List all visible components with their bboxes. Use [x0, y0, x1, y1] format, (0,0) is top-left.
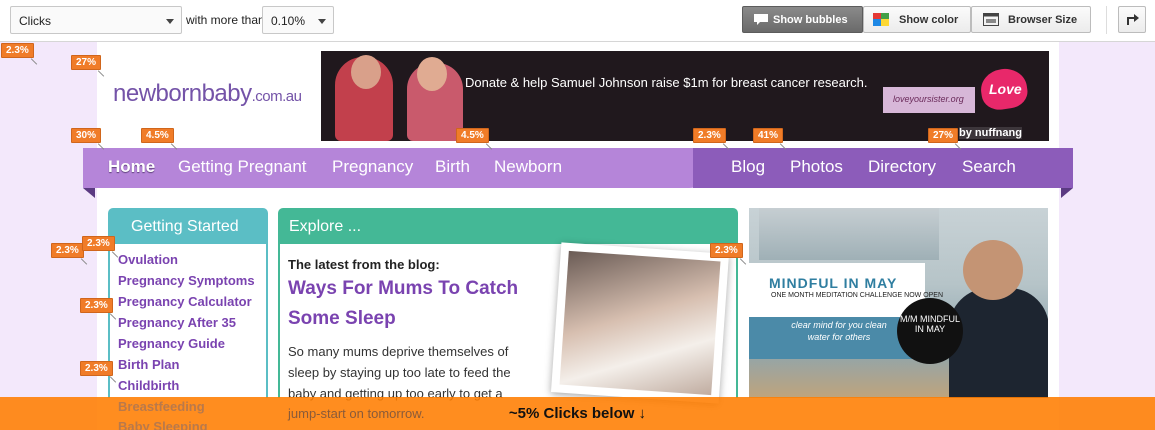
chevron-down-icon	[318, 19, 326, 24]
ad-title: MINDFUL IN MAY	[769, 275, 898, 291]
latest-blog-label: The latest from the blog:	[288, 257, 440, 272]
ad-man-body	[949, 288, 1048, 398]
metric-select-value: Clicks	[19, 14, 51, 28]
nav-getting-pregnant[interactable]: Getting Pregnant	[178, 157, 307, 177]
nuffnang-credit: by nuffnang	[959, 127, 1022, 139]
nav-home[interactable]: Home	[108, 157, 155, 177]
click-bubble[interactable]: 2.3%	[80, 361, 113, 376]
link-childbirth[interactable]: Childbirth	[118, 378, 179, 393]
blog-photo[interactable]	[550, 242, 730, 404]
ad-tagline: clear mind for you clean water for other…	[791, 320, 887, 342]
show-bubbles-button[interactable]: Show bubbles	[742, 6, 863, 33]
link-pregnancy-after-35[interactable]: Pregnancy After 35	[118, 315, 236, 330]
nav-search[interactable]: Search	[962, 157, 1016, 177]
click-bubble[interactable]: 2.3%	[51, 243, 84, 258]
threshold-select-value: 0.10%	[271, 14, 306, 28]
banner-person-man-head	[351, 55, 381, 89]
return-arrow-icon	[1127, 14, 1139, 25]
exit-button[interactable]	[1118, 6, 1146, 33]
site-logo[interactable]: newbornbaby.com.au	[113, 80, 302, 108]
click-bubble[interactable]: 2.3%	[80, 298, 113, 313]
click-bubble[interactable]: 41%	[753, 128, 784, 143]
link-breastfeeding[interactable]: Breastfeeding	[118, 399, 205, 414]
show-color-label: Show color	[899, 14, 959, 26]
banner-person-woman-head	[417, 57, 447, 91]
click-bubble[interactable]: 2.3%	[1, 43, 34, 58]
main-nav: Home Getting Pregnant Pregnancy Birth Ne…	[83, 148, 1073, 188]
nav-newborn[interactable]: Newborn	[494, 157, 562, 177]
link-pregnancy-guide[interactable]: Pregnancy Guide	[118, 336, 225, 351]
banner-love-box: loveyoursister.org	[883, 87, 975, 113]
blog-excerpt-continued: jump-start on tomorrow.	[288, 406, 425, 421]
nav-directory[interactable]: Directory	[868, 157, 936, 177]
ad-logo-circle: M/M MINDFUL IN MAY	[897, 298, 963, 364]
nav-ribbon-fold-left	[83, 188, 95, 198]
city-skyline-image	[759, 208, 939, 260]
logo-tld: .com.au	[251, 88, 302, 105]
nav-pregnancy[interactable]: Pregnancy	[332, 157, 413, 177]
blog-excerpt: So many mums deprive themselves of sleep…	[288, 344, 511, 401]
mindful-in-may-ad[interactable]: MINDFUL IN MAY ONE MONTH MEDITATION CHAL…	[749, 208, 1048, 398]
click-bubble[interactable]: 2.3%	[710, 243, 743, 258]
threshold-select[interactable]: 0.10%	[262, 6, 334, 34]
click-bubble[interactable]: 2.3%	[693, 128, 726, 143]
browser-size-button[interactable]: Browser Size	[971, 6, 1091, 33]
browser-window-icon	[983, 13, 999, 26]
getting-started-title: Getting Started	[110, 210, 266, 244]
toolbar-divider	[1106, 6, 1107, 34]
nav-ribbon-fold-right	[1061, 188, 1073, 198]
banner-love-text: Love	[989, 81, 1022, 97]
metric-select[interactable]: Clicks	[10, 6, 182, 34]
nav-blog[interactable]: Blog	[731, 157, 765, 177]
show-bubbles-label: Show bubbles	[773, 14, 848, 26]
blog-headline-link[interactable]: Ways For Mums To Catch Some Sleep	[288, 274, 538, 334]
click-bubble[interactable]: 27%	[71, 55, 102, 70]
banner-text: Donate & help Samuel Johnson raise $1m f…	[465, 75, 868, 90]
color-palette-icon	[873, 13, 889, 26]
show-color-button[interactable]: Show color	[863, 6, 971, 33]
link-ovulation[interactable]: Ovulation	[118, 252, 178, 267]
explore-title: Explore ...	[280, 210, 736, 244]
chevron-down-icon	[166, 19, 174, 24]
ad-man-head	[963, 240, 1023, 300]
click-bubble[interactable]: 30%	[71, 128, 102, 143]
click-bubble[interactable]: 4.5%	[456, 128, 489, 143]
mother-baby-image	[559, 250, 721, 396]
speech-bubble-icon	[754, 14, 768, 25]
logo-text: newbornbaby	[113, 80, 252, 107]
link-pregnancy-symptoms[interactable]: Pregnancy Symptoms	[118, 273, 255, 288]
heatmap-toolbar: Clicks with more than: 0.10% Show bubble…	[0, 0, 1155, 42]
link-baby-sleeping[interactable]: Baby Sleeping	[118, 419, 208, 430]
link-birth-plan[interactable]: Birth Plan	[118, 357, 179, 372]
ad-subtitle: ONE MONTH MEDITATION CHALLENGE NOW OPEN	[771, 292, 944, 299]
link-pregnancy-calculator[interactable]: Pregnancy Calculator	[118, 294, 252, 309]
click-bubble[interactable]: 2.3%	[82, 236, 115, 251]
threshold-label: with more than:	[186, 13, 269, 27]
browser-size-label: Browser Size	[1008, 14, 1078, 26]
nav-birth[interactable]: Birth	[435, 157, 470, 177]
click-bubble[interactable]: 4.5%	[141, 128, 174, 143]
nav-photos[interactable]: Photos	[790, 157, 843, 177]
click-bubble[interactable]: 27%	[928, 128, 959, 143]
